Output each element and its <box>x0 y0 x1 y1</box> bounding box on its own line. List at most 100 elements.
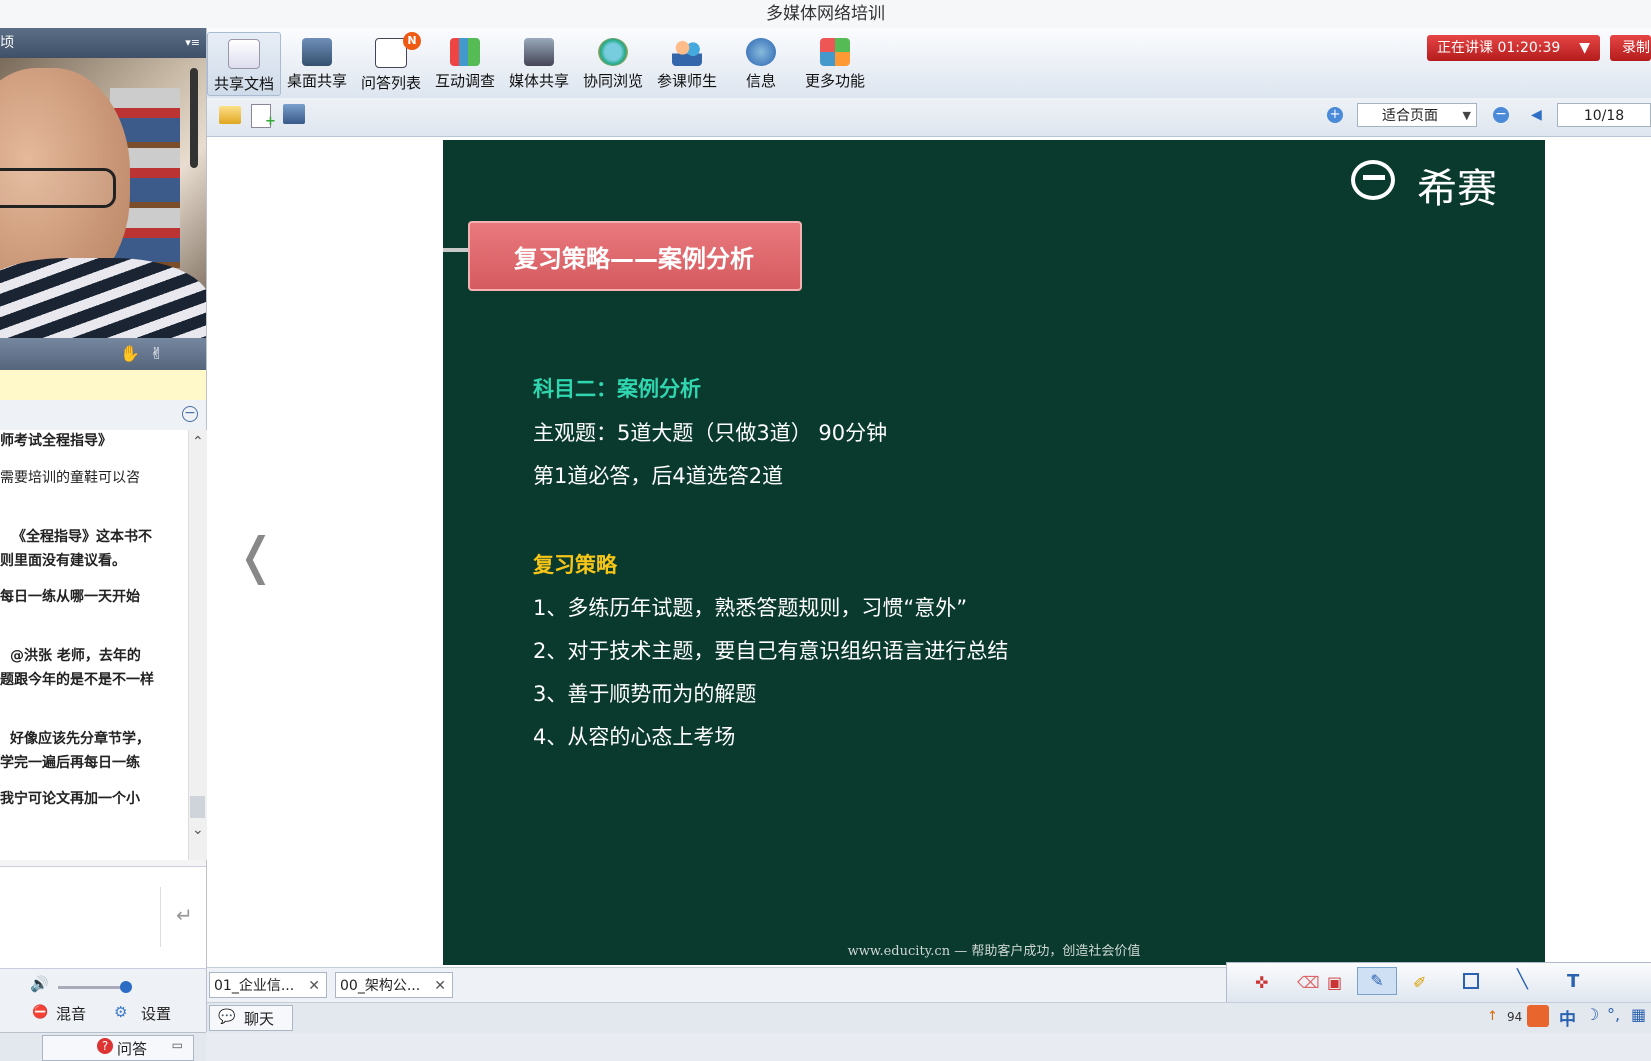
toolbar-share-document[interactable]: 共享文档 <box>207 32 281 96</box>
scroll-up-icon[interactable]: ⌃ <box>192 434 204 450</box>
prev-slide-arrow[interactable]: ❬ <box>235 527 277 585</box>
desktop-share-icon <box>302 38 332 66</box>
tab-document-2[interactable]: 00_架构公... ✕ <box>335 972 453 998</box>
toolbar-participants[interactable]: 参课师生 <box>651 32 723 94</box>
volume-icon[interactable]: 🔊 <box>30 975 49 993</box>
chevron-down-icon: ▼ <box>1462 109 1471 122</box>
left-panel-title: 顷 <box>0 35 14 51</box>
audio-controls: 🔊 ⛔ 混音 ⚙ 设置 <box>0 968 206 1033</box>
scroll-down-icon[interactable]: ⌄ <box>192 822 204 838</box>
applause-icon[interactable]: ✌ <box>150 344 163 363</box>
chat-bubble-icon: 💬 <box>218 1009 236 1025</box>
eraser-icon[interactable]: ⌫ <box>1297 973 1320 992</box>
video-control-bar: ✋ ✌ <box>0 338 206 370</box>
slide-line: 第1道必答，后4道选答2道 <box>533 464 784 488</box>
document-toolbar: + + 适合页面 ▼ − ◀ 10/18 <box>207 98 1651 137</box>
punctuation-icon[interactable]: °, <box>1607 1005 1620 1024</box>
bottom-status-bar: 💬 聊天 ↑ 94 中 ☽ °, ▦ <box>207 1002 1651 1033</box>
document-share-icon <box>228 39 260 69</box>
browser-ie-icon <box>598 38 628 66</box>
notice-bar <box>0 370 206 401</box>
chat-message-list: 师考试全程指导》 需要培训的童鞋可以咨 《全程指导》这本书不 则里面没有建议看。… <box>0 430 188 860</box>
participants-icon <box>672 38 702 66</box>
panel-menu-icon[interactable]: ▾≡ <box>185 28 200 58</box>
pointer-icon[interactable]: ✜ <box>1255 973 1268 992</box>
mix-button[interactable]: 混音 <box>56 1003 86 1024</box>
left-status-bar: ? 问答 ▭ <box>0 1032 206 1061</box>
list-item: 每日一练从哪一天开始 <box>0 589 140 605</box>
prev-page-icon[interactable]: ◀ <box>1531 107 1542 123</box>
ime-chinese-toggle[interactable]: 中 <box>1559 1005 1576 1030</box>
list-item: 师考试全程指导》 <box>0 433 112 449</box>
clear-icon[interactable]: ▣ <box>1327 973 1342 992</box>
zoom-select[interactable]: 适合页面 ▼ <box>1357 103 1477 127</box>
strategy-point: 2、对于技术主题，要自己有意识组织语言进行总结 <box>533 639 1009 663</box>
xisai-logo: 希赛 <box>1351 160 1521 212</box>
scroll-thumb[interactable] <box>190 796 205 818</box>
minimize-icon[interactable]: ▭ <box>172 1038 183 1052</box>
toolbar-info[interactable]: 信息 <box>725 32 797 94</box>
list-item: 题跟今年的是不是不一样 <box>0 672 154 688</box>
strategy-point: 4、从容的心态上考场 <box>533 725 736 749</box>
annotation-toolbar: ✜ ⌫ ▣ ✎ ✐ ╲ T <box>1226 962 1651 1004</box>
zoom-in-icon[interactable]: + <box>1327 107 1343 123</box>
rectangle-icon[interactable] <box>1463 973 1479 989</box>
left-panel-header: 顷 ▾≡ <box>0 28 206 58</box>
chat-input[interactable]: ↵ <box>0 866 206 969</box>
record-button[interactable]: 录制 <box>1610 35 1651 61</box>
presentation-slide: 希赛 复习策略——案例分析 科目二：案例分析 主观题：5道大题（只做3道） 90… <box>443 140 1545 965</box>
mix-icon: ⛔ <box>32 1005 49 1020</box>
qa-label: 问答 <box>117 1040 148 1058</box>
keyboard-icon[interactable]: ▦ <box>1631 1005 1646 1024</box>
chevron-down-icon: ▼ <box>1579 40 1590 56</box>
left-panel: 顷 ▾≡ ✋ ✌ − 师考试全程指导》 需要培训的童鞋可以咨 《全程指导》这本书… <box>0 28 207 1061</box>
collapse-icon[interactable]: − <box>182 406 198 422</box>
text-tool-icon[interactable]: T <box>1567 971 1579 992</box>
moon-icon[interactable]: ☽ <box>1585 1005 1599 1024</box>
strategy-point: 1、多练历年试题，熟悉答题规则，习惯“意外” <box>533 596 968 620</box>
zoom-out-icon[interactable]: − <box>1493 107 1509 123</box>
close-icon[interactable]: ✕ <box>434 973 446 999</box>
document-settings-icon[interactable] <box>283 104 305 124</box>
toolbar-co-browse[interactable]: 协同浏览 <box>577 32 649 94</box>
new-badge: N <box>403 32 421 50</box>
ime-logo-icon[interactable] <box>1527 1005 1549 1027</box>
subject-heading: 科目二：案例分析 <box>533 377 701 401</box>
list-item: 则里面没有建议看。 <box>0 553 126 569</box>
highlighter-icon[interactable]: ✐ <box>1413 973 1426 992</box>
chat-scrollbar[interactable]: ⌃ ⌄ <box>188 430 207 860</box>
media-share-icon <box>524 38 554 66</box>
main-toolbar: 共享文档 桌面共享 N 问答列表 互动调查 媒体共享 协同浏览 参课师生 信息 … <box>207 28 1651 99</box>
volume-slider-handle[interactable] <box>120 981 132 993</box>
toolbar-qa-list[interactable]: N 问答列表 <box>355 32 427 94</box>
send-icon[interactable]: ↵ <box>176 903 193 927</box>
page-number-input[interactable]: 10/18 <box>1557 103 1651 127</box>
strategy-heading: 复习策略 <box>533 553 617 577</box>
strategy-point: 3、善于顺势而为的解题 <box>533 682 757 706</box>
question-icon: ? <box>97 1038 113 1054</box>
more-grid-icon <box>820 38 850 66</box>
open-folder-icon[interactable] <box>219 106 241 124</box>
list-item: 学完一遍后再每日一练 <box>0 755 140 771</box>
slide-banner: 复习策略——案例分析 <box>468 221 802 291</box>
slide-line: 主观题：5道大题（只做3道） 90分钟 <box>533 421 888 445</box>
close-icon[interactable]: ✕ <box>308 973 320 999</box>
line-icon[interactable]: ╲ <box>1517 969 1528 990</box>
chat-tab[interactable]: 💬 聊天 <box>209 1005 293 1031</box>
toolbar-more-functions[interactable]: 更多功能 <box>799 32 871 94</box>
toolbar-desktop-share[interactable]: 桌面共享 <box>281 32 353 94</box>
volume-slider[interactable] <box>58 981 132 993</box>
info-icon <box>746 38 776 66</box>
raise-hand-icon[interactable]: ✋ <box>120 344 140 363</box>
qa-tab[interactable]: ? 问答 ▭ <box>42 1035 194 1061</box>
tab-document-1[interactable]: 01_企业信... ✕ <box>209 972 327 998</box>
settings-button[interactable]: 设置 <box>141 1003 171 1024</box>
toolbar-media-share[interactable]: 媒体共享 <box>503 32 575 94</box>
live-status-button[interactable]: 正在讲课 01:20:39 ▼ <box>1427 35 1600 61</box>
survey-chart-icon <box>450 38 480 66</box>
toolbar-survey[interactable]: 互动调查 <box>429 32 501 94</box>
pen-icon[interactable]: ✎ <box>1357 967 1397 995</box>
list-item: 我宁可论文再加一个小 <box>0 791 140 807</box>
list-item: 需要培训的童鞋可以咨 <box>0 470 140 486</box>
gear-icon: ⚙ <box>114 1003 128 1021</box>
